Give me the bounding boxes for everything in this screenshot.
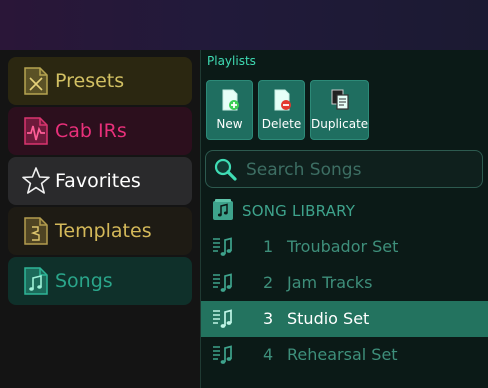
sidebar-item-favorites[interactable]: Favorites — [8, 157, 192, 205]
search-icon — [212, 157, 238, 183]
sidebar-item-presets[interactable]: Presets — [8, 57, 192, 105]
presets-file-icon — [20, 65, 52, 97]
duplicate-playlist-icon — [330, 89, 350, 111]
playlist-music-icon — [211, 271, 235, 295]
delete-button[interactable]: Delete — [258, 80, 305, 140]
playlist-number: 4 — [263, 345, 274, 364]
songs-file-icon — [20, 265, 52, 297]
playlist-number: 2 — [263, 273, 274, 292]
delete-playlist-icon — [272, 89, 292, 111]
panel-title: Playlists — [207, 54, 256, 68]
playlist-row[interactable]: 2 Jam Tracks — [201, 265, 488, 301]
new-playlist-icon — [220, 89, 240, 111]
playlist-name: Rehearsal Set — [287, 345, 398, 364]
sidebar-item-label: Templates — [55, 220, 152, 242]
playlist-name: Jam Tracks — [287, 273, 373, 292]
new-button[interactable]: New — [206, 80, 253, 140]
templates-file-icon — [20, 215, 52, 247]
playlist-row[interactable]: 1 Troubador Set — [201, 229, 488, 265]
playlist-row[interactable]: 4 Rehearsal Set — [201, 337, 488, 373]
song-library-header[interactable]: SONG LIBRARY — [211, 198, 481, 224]
playlist-number: 1 — [263, 237, 274, 256]
top-bar — [0, 0, 488, 50]
playlist-row-selected[interactable]: 3 Studio Set — [201, 301, 488, 337]
playlist-name: Troubador Set — [287, 237, 399, 256]
playlist-music-icon — [211, 235, 235, 259]
playlist-name: Studio Set — [287, 309, 370, 328]
delete-button-label: Delete — [261, 117, 302, 131]
star-icon — [20, 165, 52, 197]
sidebar-item-label: Cab IRs — [55, 120, 127, 142]
song-library-label: SONG LIBRARY — [242, 202, 356, 220]
sidebar-item-cab-irs[interactable]: Cab IRs — [8, 107, 192, 155]
sidebar: Presets Cab IRs Favorites Templates Song… — [0, 50, 200, 388]
playlist-number: 3 — [263, 309, 274, 328]
playlist-music-icon — [211, 343, 235, 367]
sidebar-item-songs[interactable]: Songs — [8, 257, 192, 305]
duplicate-button[interactable]: Duplicate — [310, 80, 369, 140]
cab-ir-waveform-icon — [20, 115, 52, 147]
sidebar-item-label: Favorites — [55, 170, 141, 192]
sidebar-item-label: Presets — [55, 70, 125, 92]
search-input[interactable] — [244, 157, 478, 183]
playlist-music-icon — [211, 307, 235, 331]
sidebar-item-label: Songs — [55, 270, 113, 292]
sidebar-item-templates[interactable]: Templates — [8, 207, 192, 255]
playlists-panel: Playlists New Delete Duplicate Search So… — [200, 50, 488, 388]
new-button-label: New — [216, 117, 243, 131]
song-library-icon — [211, 198, 235, 222]
duplicate-button-label: Duplicate — [311, 117, 369, 131]
search-box[interactable] — [205, 150, 483, 188]
